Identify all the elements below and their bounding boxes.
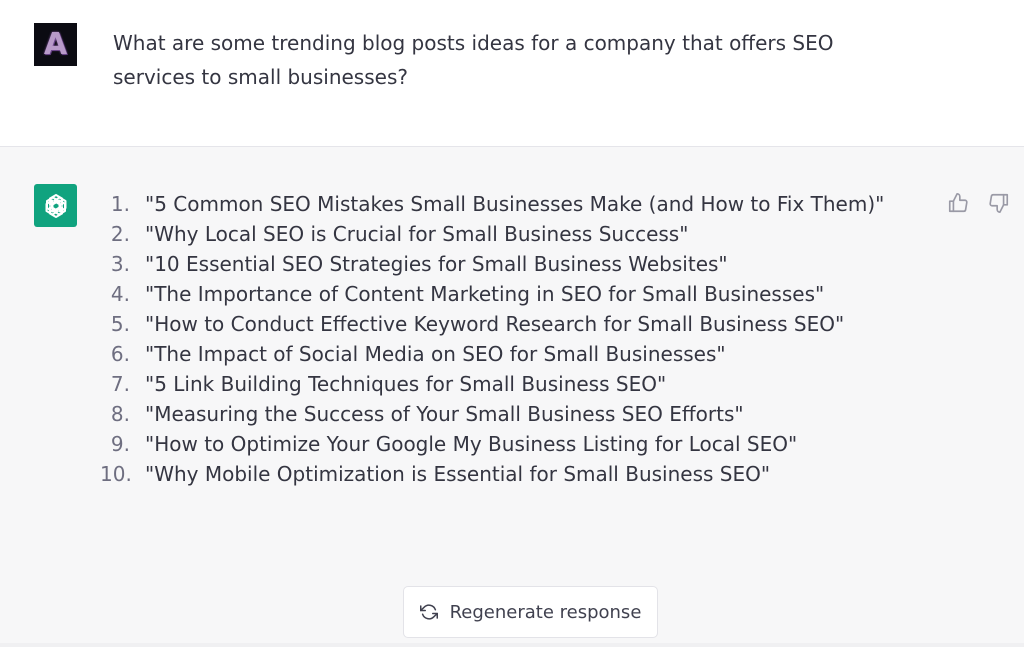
list-item-text: "How to Conduct Effective Keyword Resear…: [145, 312, 845, 336]
regenerate-response-label: Regenerate response: [449, 601, 642, 623]
thumbs-up-icon: [948, 193, 968, 213]
assistant-message: 1. "5 Common SEO Mistakes Small Businesse…: [0, 147, 1024, 647]
list-item: 10. "Why Mobile Optimization is Essential…: [100, 454, 884, 495]
list-item-text: "How to Optimize Your Google My Business…: [145, 432, 798, 456]
user-avatar-letter: A: [43, 26, 68, 62]
openai-logo-icon: [45, 193, 66, 218]
thumbs-up-button[interactable]: [945, 190, 971, 216]
refresh-icon: [419, 603, 438, 621]
regenerate-response-button[interactable]: Regenerate response: [403, 586, 658, 638]
user-avatar: A: [34, 23, 77, 66]
list-item-text: "5 Common SEO Mistakes Small Businesses …: [145, 192, 885, 216]
thumbs-down-button[interactable]: [986, 190, 1012, 216]
list-item-text: "10 Essential SEO Strategies for Small B…: [145, 252, 728, 276]
user-message-text: What are some trending blog posts ideas …: [113, 31, 834, 89]
divider: [0, 643, 1024, 647]
user-message: A What are some trending blog posts idea…: [0, 0, 1024, 147]
list-item-text: "Why Mobile Optimization is Essential fo…: [145, 462, 771, 486]
list-item-number: 10.: [100, 462, 132, 486]
list-item-text: "Measuring the Success of Your Small Bus…: [145, 402, 744, 426]
list-item-text: "Why Local SEO is Crucial for Small Busi…: [145, 222, 689, 246]
list-item-text: "The Importance of Content Marketing in …: [145, 282, 825, 306]
thumbs-down-icon: [989, 193, 1009, 213]
idea-list: 1. "5 Common SEO Mistakes Small Businesse…: [100, 184, 884, 495]
list-item-text: "The Impact of Social Media on SEO for S…: [145, 342, 726, 366]
list-item-text: "5 Link Building Techniques for Small Bu…: [145, 372, 667, 396]
assistant-avatar: [34, 184, 77, 227]
